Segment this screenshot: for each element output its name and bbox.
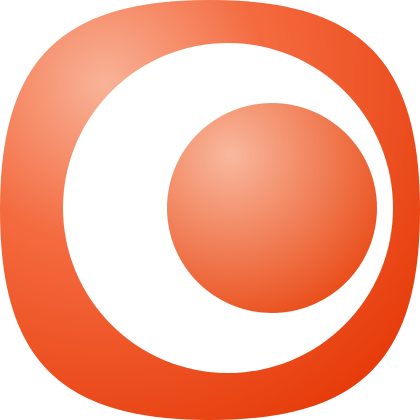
app-icon[interactable] <box>0 0 420 420</box>
inner-circle <box>167 103 377 313</box>
icon-canvas <box>0 0 420 420</box>
